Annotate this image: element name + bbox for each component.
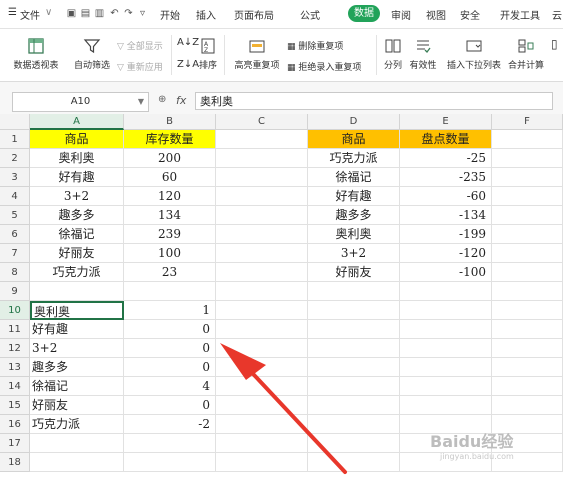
watermark: Baidu经验 (430, 432, 514, 451)
arrow-head (220, 343, 266, 380)
spreadsheet-app: ☰ 文件 ∨ ▣ ▤ ▥ ↶ ↷ ▿ 开始 插入 页面布局 公式 数据 审阅 视… (0, 0, 563, 481)
arrow-shaft (239, 359, 347, 474)
red-arrow-annotation (220, 343, 347, 474)
watermark-url: jingyan.baidu.com (440, 452, 514, 461)
